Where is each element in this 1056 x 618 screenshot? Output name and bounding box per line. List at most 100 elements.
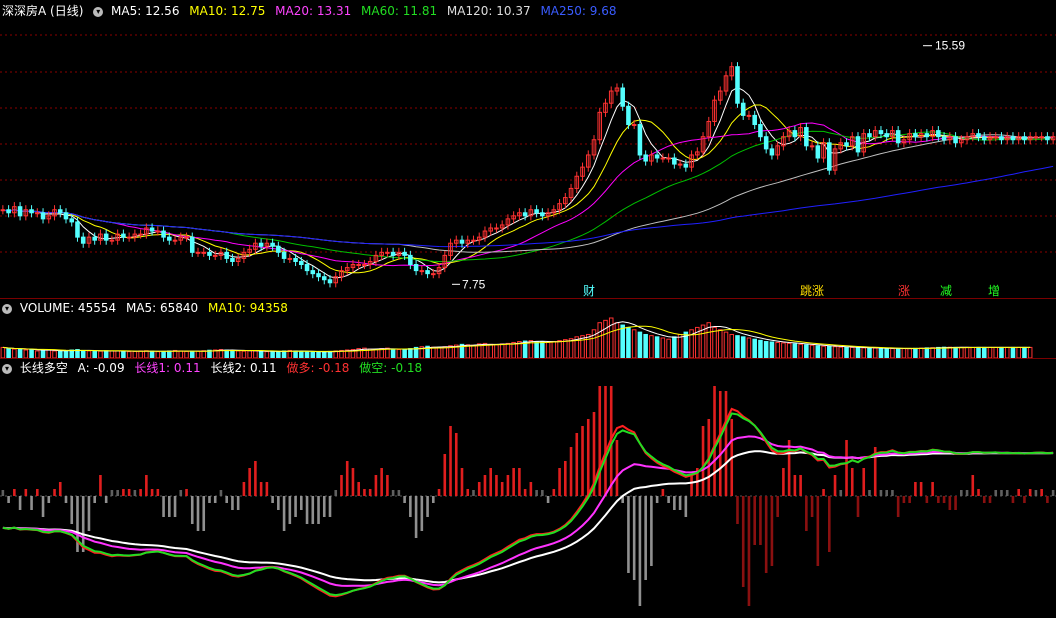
candle-body [672,157,677,165]
indicator-chart[interactable] [0,376,1056,618]
volume-bar [913,347,918,358]
indicator-bar [529,482,533,496]
indicator-bar [816,496,820,566]
indicator-bar [896,496,900,517]
indicator-bar [805,496,808,531]
candle-body [1033,136,1039,139]
volume-bar [959,346,964,358]
indicator-bar [856,496,860,517]
volume-bar [230,349,235,358]
candle-body [815,145,821,159]
panel-divider [0,298,1056,299]
indicator-bar [265,482,269,496]
indicator-bar [70,496,74,524]
volume-bar [740,336,746,358]
candle-body [35,212,40,215]
stock-name[interactable]: 深深房A (日线) [2,4,83,18]
volume-bar [201,350,207,358]
candle-body [281,251,287,259]
indicator-bar [322,496,326,517]
volume-bar [224,349,229,358]
indicator-bar [58,482,62,496]
candle-body [855,136,861,153]
volume-bar [1016,346,1021,358]
indicator-bar [489,468,492,496]
volume-bar [970,346,976,358]
indicator-bar [41,496,45,517]
candle-body [471,239,476,242]
vol-ma10-line [2,325,1031,352]
candle-body [356,264,361,267]
volume-bar [620,324,625,358]
candle-body [666,157,671,160]
indicator-bar [277,496,280,510]
candle-body [362,264,367,267]
candle-body [936,130,941,138]
indicator-bar [53,489,56,496]
volume-bar [987,346,993,358]
volume-bar [98,350,103,358]
price-chart[interactable]: 15.59 7.75 财 跳涨 涨 减 增 [0,18,1056,298]
candle-body [626,105,631,126]
indicator-bar [615,440,619,496]
settings-toggle-icon[interactable]: ▾ [93,6,104,17]
volume-bar [723,331,729,358]
indicator-bar [380,468,383,496]
settings-toggle-icon[interactable]: ▾ [2,363,12,374]
candle-body [57,209,63,214]
volume-bar [941,346,947,358]
indicator-bar [931,482,934,496]
volume-bar [672,336,677,358]
event-marker[interactable]: 跳涨 [800,283,824,298]
indicator-bar [202,496,206,531]
candle-body [75,221,80,238]
event-marker[interactable]: 增 [988,284,1000,298]
settings-toggle-icon[interactable]: ▾ [2,303,12,314]
volume-bar [654,336,660,358]
volume-bar [235,350,241,358]
candle-body [167,236,172,241]
volume-bar [1004,346,1010,358]
indicator-bar [575,433,579,496]
volume-bar [930,347,935,358]
volume-bar [717,329,723,358]
indicator-bar [701,426,705,496]
candle-body [660,157,666,160]
volume-bar [115,350,120,358]
indicator-bar [30,496,33,510]
volume-bar [499,343,505,358]
volume-chart[interactable] [0,316,1056,358]
volume-bar [276,350,281,358]
indicator-bar [770,496,774,566]
volume-bar [488,343,493,358]
indicator-bar [340,475,343,496]
vol-ma10-label: MA10: 94358 [208,301,288,315]
volume-bar [40,349,46,358]
candle-body [109,239,115,242]
volume-bar [545,341,551,358]
indicator-bar [231,496,234,510]
indicator-bar [1,490,5,496]
volume-bar [981,346,987,358]
candle-body [540,212,545,217]
candle-body [494,227,499,230]
indicator-bar [960,490,963,496]
candle-body [981,136,987,141]
indicator-bar [248,468,251,496]
candle-body [316,273,321,278]
indicator-bar [288,496,292,524]
candle-body [92,236,97,241]
volume-bar [161,350,166,358]
indicator-bar [776,496,779,517]
indicator-bar [879,490,883,496]
candle-body [895,130,901,144]
indicator-bar [644,496,647,580]
event-marker[interactable]: 减 [940,284,952,298]
volume-bar [103,350,109,358]
volume-bar [534,341,539,358]
event-marker[interactable]: 财 [583,284,595,298]
event-marker[interactable]: 涨 [898,283,910,298]
indicator-bar [650,496,653,566]
candle-body [746,114,752,117]
indicator-bar [173,496,177,517]
